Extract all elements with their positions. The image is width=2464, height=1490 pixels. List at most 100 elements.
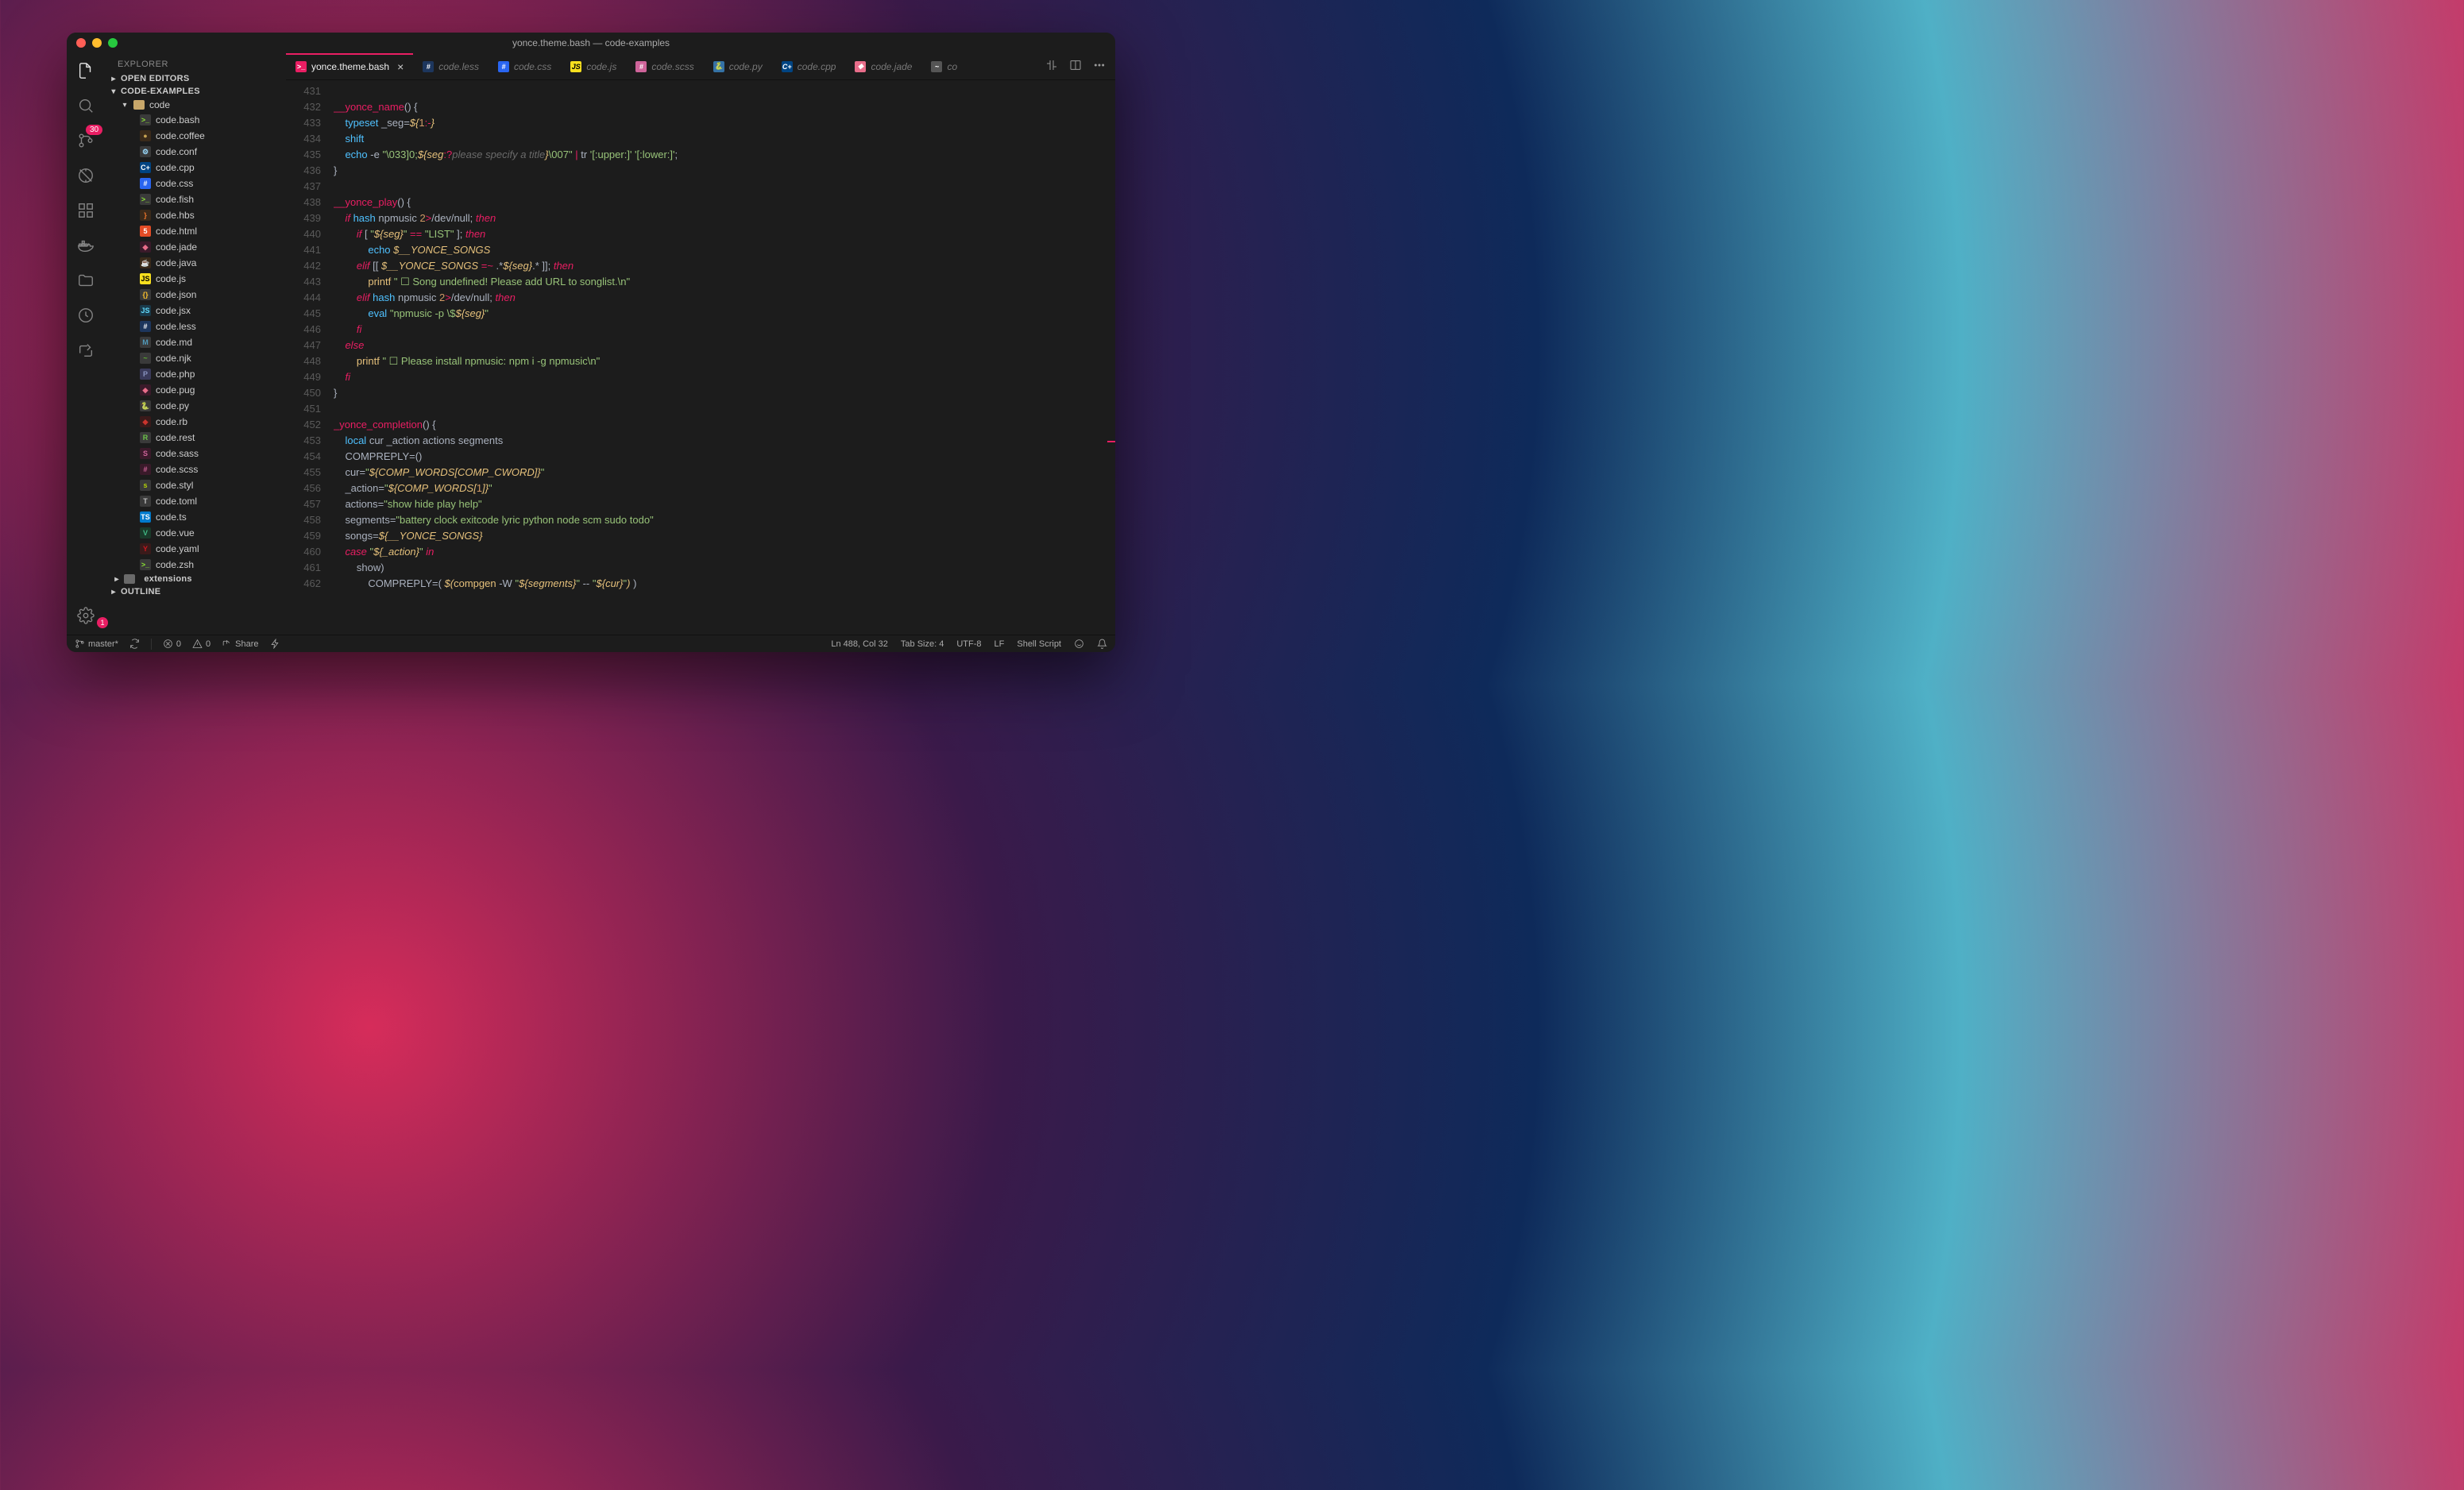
- file-list: >_code.bash●code.coffee⚙code.confC+code.…: [105, 112, 286, 573]
- git-branch-status[interactable]: master*: [75, 639, 118, 649]
- extensions-icon[interactable]: [76, 201, 95, 220]
- chevron-right-icon: [110, 588, 118, 596]
- file-item[interactable]: ●code.coffee: [105, 128, 286, 144]
- open-editors-section[interactable]: OPEN EDITORS: [105, 72, 286, 85]
- bell-icon[interactable]: [1097, 639, 1107, 649]
- history-icon[interactable]: [76, 306, 95, 325]
- editor-tab[interactable]: >_yonce.theme.bash×: [286, 53, 413, 79]
- docker-icon[interactable]: [76, 236, 95, 255]
- file-item[interactable]: >_code.zsh: [105, 557, 286, 573]
- file-type-icon: ●: [140, 130, 151, 141]
- compare-icon[interactable]: [1045, 59, 1058, 74]
- file-type-icon: P: [140, 369, 151, 380]
- folder-row[interactable]: code: [105, 98, 286, 112]
- tab-actions: [1045, 59, 1115, 74]
- file-item[interactable]: ◆code.jade: [105, 239, 286, 255]
- tab-label: code.css: [514, 61, 551, 72]
- file-name: code.php: [156, 369, 195, 380]
- file-item[interactable]: ~code.njk: [105, 350, 286, 366]
- feedback-icon[interactable]: [1074, 639, 1084, 649]
- file-item[interactable]: 🐍code.py: [105, 398, 286, 414]
- editor-tab[interactable]: 🐍code.py: [704, 53, 772, 79]
- file-item[interactable]: scode.styl: [105, 477, 286, 493]
- file-item[interactable]: #code.less: [105, 318, 286, 334]
- file-item[interactable]: Rcode.rest: [105, 430, 286, 446]
- file-name: code.rest: [156, 432, 195, 443]
- file-type-icon: 5: [140, 226, 151, 237]
- file-name: code.html: [156, 226, 197, 237]
- file-item[interactable]: ◆code.pug: [105, 382, 286, 398]
- file-type-icon: R: [140, 432, 151, 443]
- editor-main: >_yonce.theme.bash×#code.less#code.cssJS…: [286, 53, 1115, 635]
- file-name: code.bash: [156, 114, 199, 125]
- more-icon[interactable]: [1093, 59, 1106, 74]
- bolt-status[interactable]: [270, 639, 280, 649]
- editor-tab[interactable]: #code.less: [413, 53, 489, 79]
- file-type-icon: >_: [140, 194, 151, 205]
- encoding-status[interactable]: UTF-8: [956, 639, 981, 649]
- file-item[interactable]: C+code.cpp: [105, 160, 286, 176]
- file-item[interactable]: Vcode.vue: [105, 525, 286, 541]
- file-item[interactable]: Ycode.yaml: [105, 541, 286, 557]
- errors-status[interactable]: 0: [163, 639, 181, 649]
- share-status[interactable]: Share: [222, 639, 258, 649]
- file-item[interactable]: ⚙code.conf: [105, 144, 286, 160]
- folder-icon[interactable]: [76, 271, 95, 290]
- project-section[interactable]: CODE-EXAMPLES: [105, 85, 286, 98]
- search-icon[interactable]: [76, 96, 95, 115]
- language-status[interactable]: Shell Script: [1017, 639, 1061, 649]
- tab-label: code.py: [729, 61, 763, 72]
- file-type-icon: >_: [295, 61, 307, 72]
- file-item[interactable]: ☕ code.java: [105, 255, 286, 271]
- outline-section[interactable]: OUTLINE: [105, 585, 286, 598]
- editor-tab[interactable]: JScode.js: [561, 53, 626, 79]
- minimap-scrollbar[interactable]: [1107, 80, 1115, 635]
- indent-status[interactable]: Tab Size: 4: [901, 639, 944, 649]
- split-editor-icon[interactable]: [1069, 59, 1082, 74]
- file-item[interactable]: #code.scss: [105, 461, 286, 477]
- file-name: code.styl: [156, 480, 193, 491]
- file-item[interactable]: >_code.bash: [105, 112, 286, 128]
- file-type-icon: S: [140, 448, 151, 459]
- file-type-icon: #: [140, 464, 151, 475]
- chevron-right-icon: [113, 575, 121, 583]
- file-item[interactable]: TScode.ts: [105, 509, 286, 525]
- editor-tab[interactable]: ~co: [921, 53, 967, 79]
- file-item[interactable]: JS code.jsx: [105, 303, 286, 318]
- settings-gear-icon[interactable]: 1: [76, 606, 95, 625]
- sidebar-title: EXPLORER: [105, 53, 286, 72]
- editor-tab[interactable]: #code.scss: [626, 53, 703, 79]
- file-type-icon: ☕: [140, 257, 151, 268]
- close-tab-icon[interactable]: ×: [397, 60, 404, 73]
- file-item[interactable]: Scode.sass: [105, 446, 286, 461]
- file-item[interactable]: ◆code.rb: [105, 414, 286, 430]
- editor-tab[interactable]: #code.css: [489, 53, 561, 79]
- file-item[interactable]: }code.hbs: [105, 207, 286, 223]
- file-name: code.java: [156, 257, 196, 268]
- cursor-position[interactable]: Ln 488, Col 32: [831, 639, 888, 649]
- warnings-status[interactable]: 0: [192, 639, 210, 649]
- extensions-folder[interactable]: extensions: [105, 573, 286, 585]
- editor-tab[interactable]: C+code.cpp: [772, 53, 846, 79]
- file-item[interactable]: #code.css: [105, 176, 286, 191]
- file-item[interactable]: Pcode.php: [105, 366, 286, 382]
- file-type-icon: C+: [782, 61, 793, 72]
- titlebar[interactable]: yonce.theme.bash — code-examples: [67, 33, 1115, 53]
- file-name: code.toml: [156, 496, 197, 507]
- file-item[interactable]: {}code.json: [105, 287, 286, 303]
- live-share-icon[interactable]: [76, 341, 95, 360]
- file-item[interactable]: >_code.fish: [105, 191, 286, 207]
- file-item[interactable]: Mcode.md: [105, 334, 286, 350]
- debug-icon[interactable]: [76, 166, 95, 185]
- editor-tab[interactable]: ◆code.jade: [845, 53, 921, 79]
- sync-status[interactable]: [129, 639, 140, 649]
- file-name: code.jsx: [156, 305, 191, 316]
- file-type-icon: JS: [140, 305, 151, 316]
- explorer-icon[interactable]: [76, 61, 95, 80]
- file-item[interactable]: 5 code.html: [105, 223, 286, 239]
- editor[interactable]: 4314324334344354364374384394404414424434…: [286, 80, 1115, 635]
- file-item[interactable]: JScode.js: [105, 271, 286, 287]
- code-content[interactable]: __yonce_name() { typeset _seg=${1:-} shi…: [334, 80, 1115, 635]
- file-item[interactable]: Tcode.toml: [105, 493, 286, 509]
- eol-status[interactable]: LF: [994, 639, 1005, 649]
